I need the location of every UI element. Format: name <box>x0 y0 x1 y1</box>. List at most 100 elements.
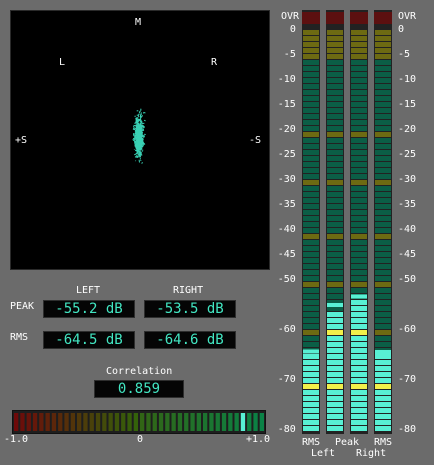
meter-segment <box>327 210 343 215</box>
meter-label-left: Left <box>311 448 336 459</box>
meter-segment <box>375 96 391 101</box>
correlation-segment <box>190 413 195 431</box>
meter-segment <box>327 294 343 299</box>
meter-label-peak: Peak <box>335 437 360 448</box>
correlation-segment <box>234 413 239 431</box>
meter-segment <box>327 270 343 275</box>
meter-segment <box>303 150 319 155</box>
meter-segment <box>351 258 367 263</box>
meter-segment-lit <box>375 414 391 419</box>
meter-segment <box>327 138 343 143</box>
meter-segment-lit <box>303 378 319 383</box>
meter-segment <box>375 84 391 89</box>
meter-segment <box>327 60 343 65</box>
peak-right-readout: -53.5 dB <box>144 300 236 318</box>
meter-segment <box>375 318 391 323</box>
meter-segment <box>375 150 391 155</box>
meter-segment <box>327 150 343 155</box>
meter-segment-lit <box>327 378 343 383</box>
correlation-segment <box>121 413 126 431</box>
meter-segment <box>303 42 319 47</box>
meter-segment <box>303 330 319 335</box>
meter-segment-lit <box>351 426 367 431</box>
meter-segment <box>351 168 367 173</box>
meter-segment <box>375 138 391 143</box>
meter-segment <box>375 330 391 335</box>
meter-segment <box>351 54 367 59</box>
meter-segment <box>351 84 367 89</box>
meter-segment <box>375 108 391 113</box>
rms-left-readout: -64.5 dB <box>43 331 135 349</box>
meter-segment <box>303 210 319 215</box>
meter-segment <box>303 84 319 89</box>
meter-segment <box>375 204 391 209</box>
meter-segment <box>327 192 343 197</box>
meter-segment <box>351 222 367 227</box>
meter-segment <box>327 204 343 209</box>
meter-segment <box>303 288 319 293</box>
correlation-segment <box>203 413 208 431</box>
meter-segment-lit <box>375 372 391 377</box>
correlation-segment <box>20 413 25 431</box>
meter-segment <box>303 258 319 263</box>
meter-segment <box>303 276 319 281</box>
meter-segment-lit <box>375 366 391 371</box>
scale-label: -45 <box>277 249 296 260</box>
meter-segment <box>327 162 343 167</box>
meter-segment-lit <box>351 318 367 323</box>
gonio-trace <box>132 108 146 164</box>
right-header: RIGHT <box>173 285 204 296</box>
meter-segment-lit <box>351 420 367 425</box>
meter-segment-lit <box>303 408 319 413</box>
meter-segment <box>303 66 319 71</box>
meter-segment-lit <box>327 384 343 389</box>
correlation-segment <box>140 413 145 431</box>
meter-segment <box>303 90 319 95</box>
meter-segment <box>327 54 343 59</box>
corr-max-label: +1.0 <box>246 434 271 445</box>
meter-label-rms-left: RMS <box>302 437 321 448</box>
scale-label: -25 <box>277 149 296 160</box>
meter-segment-lit <box>327 324 343 329</box>
meter-segment-lit <box>351 324 367 329</box>
correlation-indicator <box>240 413 246 431</box>
meter-segment <box>303 120 319 125</box>
correlation-segment <box>209 413 214 431</box>
meter-segment <box>303 222 319 227</box>
meter-segment-lit <box>375 420 391 425</box>
meter-segment <box>375 240 391 245</box>
correlation-segment <box>146 413 151 431</box>
meter-segment-lit <box>351 390 367 395</box>
meter-segment-lit <box>303 402 319 407</box>
meter-segment-lit <box>351 306 367 311</box>
corr-min-label: -1.0 <box>4 434 29 445</box>
meter-segment-lit <box>303 426 319 431</box>
meter-segment <box>327 276 343 281</box>
correlation-segment <box>14 413 19 431</box>
meter-segment <box>327 168 343 173</box>
meter-segment <box>375 102 391 107</box>
meter-segment <box>303 306 319 311</box>
meter-segment <box>327 264 343 269</box>
ovr-indicator <box>350 12 368 24</box>
ovr-label-left: OVR <box>281 11 300 22</box>
meter-segment <box>351 72 367 77</box>
meter-segment-lit <box>351 402 367 407</box>
meter-segment <box>375 228 391 233</box>
meter-segment <box>375 174 391 179</box>
meter-segment <box>303 102 319 107</box>
meter-segment <box>303 294 319 299</box>
meter-segment <box>375 294 391 299</box>
meter-segment <box>351 150 367 155</box>
meter-segment <box>375 258 391 263</box>
meter-segment-lit <box>375 384 391 389</box>
meter-segment <box>375 198 391 203</box>
meter-segment-lit <box>375 426 391 431</box>
meter-segment <box>303 174 319 179</box>
meter-segment-lit <box>351 354 367 359</box>
meter-segment-lit <box>303 384 319 389</box>
meter-segment <box>351 240 367 245</box>
meter-segment <box>303 138 319 143</box>
meter-segment-lit <box>327 414 343 419</box>
meter-segment <box>327 282 343 287</box>
